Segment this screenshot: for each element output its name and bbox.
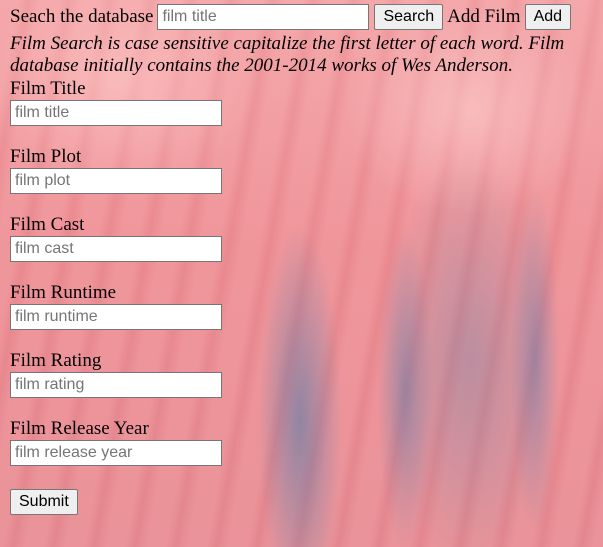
film-title-label: Film Title: [10, 78, 86, 99]
film-plot-input[interactable]: [10, 168, 222, 194]
film-plot-label: Film Plot: [10, 146, 82, 167]
top-toolbar: Seach the database Search Add Film Add: [10, 4, 603, 30]
film-runtime-input[interactable]: [10, 304, 222, 330]
add-film-label: Add Film: [447, 6, 521, 27]
film-cast-label: Film Cast: [10, 214, 85, 235]
add-button[interactable]: Add: [524, 4, 572, 30]
search-label: Seach the database: [10, 6, 154, 27]
film-rating-label: Film Rating: [10, 350, 102, 371]
film-runtime-label: Film Runtime: [10, 282, 117, 303]
film-release-year-input[interactable]: [10, 440, 222, 466]
field-film-rating: Film Rating: [10, 350, 222, 398]
search-input[interactable]: [157, 4, 370, 30]
film-rating-input[interactable]: [10, 372, 222, 398]
add-film-form: Film Title Film Plot Film Cast Film Runt…: [10, 78, 222, 515]
field-film-plot: Film Plot: [10, 146, 222, 194]
field-film-title: Film Title: [10, 78, 222, 126]
film-cast-input[interactable]: [10, 236, 222, 262]
field-film-runtime: Film Runtime: [10, 282, 222, 330]
submit-button[interactable]: Submit: [10, 489, 78, 515]
search-button[interactable]: Search: [374, 4, 444, 30]
instructions-note: Film Search is case sensitive capitalize…: [10, 33, 565, 76]
film-title-input[interactable]: [10, 100, 222, 126]
field-film-release-year: Film Release Year: [10, 418, 222, 466]
field-film-cast: Film Cast: [10, 214, 222, 262]
film-release-year-label: Film Release Year: [10, 418, 149, 439]
